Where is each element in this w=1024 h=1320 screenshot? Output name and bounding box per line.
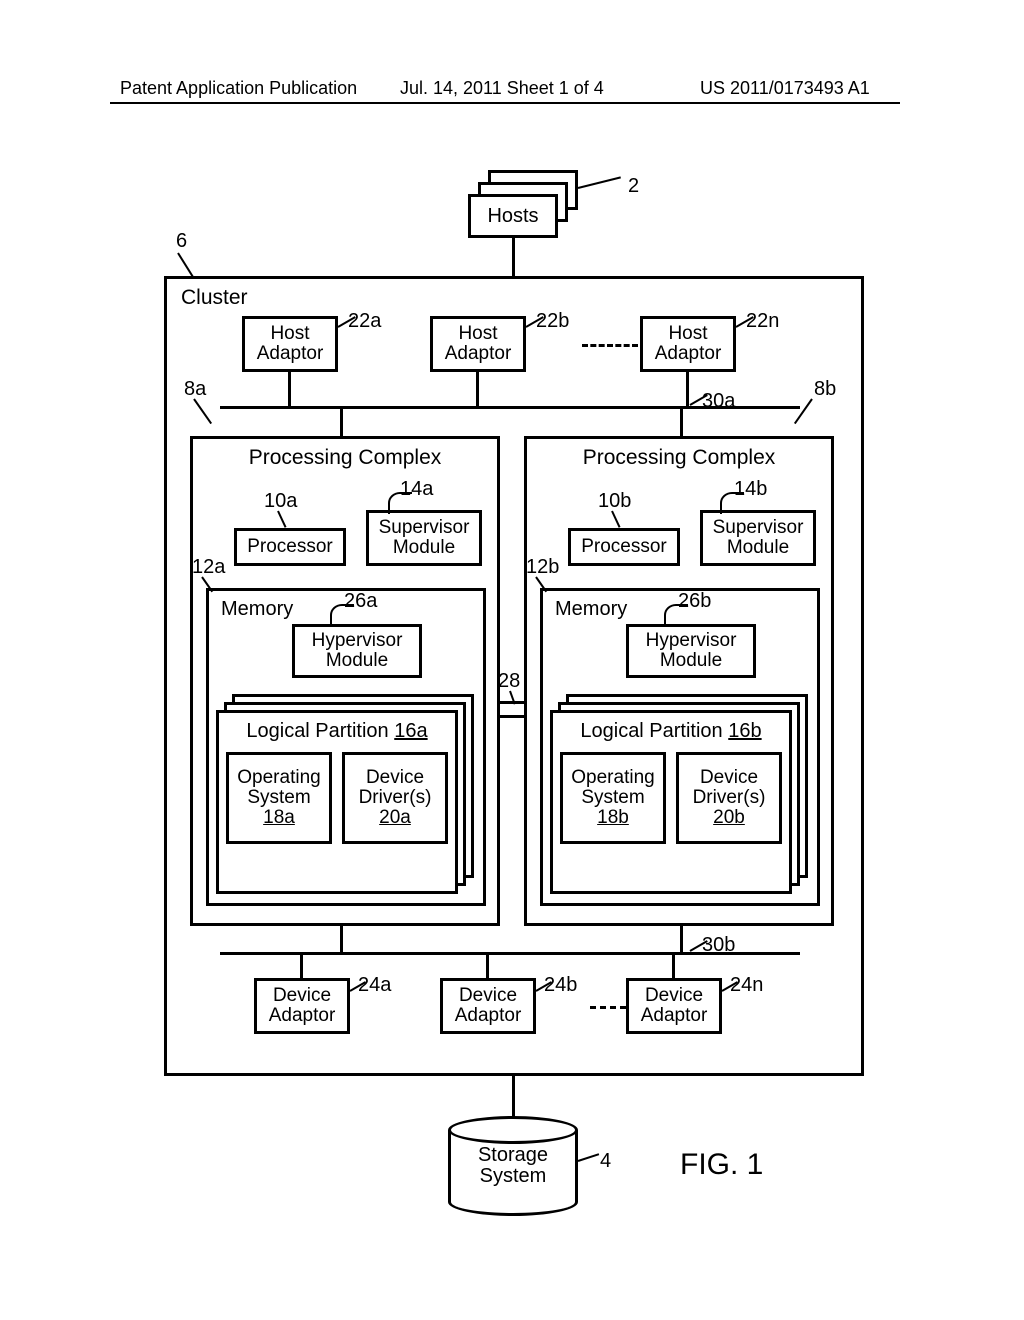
ref-mem-a: 12a [192, 556, 225, 579]
ref-pc-a: 8a [184, 378, 206, 401]
os-b: Operating System 18b [560, 752, 666, 844]
host-adaptor-a-label: Host Adaptor [257, 324, 324, 364]
bus-pc-a [340, 406, 343, 436]
ref-storage: 4 [600, 1150, 611, 1173]
header-left: Patent Application Publication [120, 78, 357, 99]
da-a-label: Device Adaptor [269, 986, 336, 1026]
dd-b-ref: 20b [713, 808, 745, 828]
ref-cluster: 6 [176, 230, 187, 253]
device-adaptor-a: Device Adaptor [254, 978, 350, 1034]
processor-b: Processor [568, 528, 680, 566]
da-b-drop [486, 952, 489, 978]
lp-b-title: Logical Partition 16b [580, 721, 761, 742]
ref-da-a: 24a [358, 974, 391, 997]
storage-cylinder: Storage System [448, 1116, 578, 1216]
dd-a-label: Device Driver(s) [359, 768, 432, 808]
os-b-label: Operating System [571, 768, 654, 808]
storage-label: Storage System [478, 1145, 548, 1187]
lead-hosts [578, 176, 621, 189]
os-a: Operating System 18a [226, 752, 332, 844]
lead-sup-b [720, 492, 744, 514]
hypervisor-a: Hypervisor Module [292, 624, 422, 678]
da-a-drop [300, 952, 303, 978]
cluster-storage-conn [512, 1076, 515, 1118]
header-right: US 2011/0173493 A1 [700, 78, 870, 99]
os-a-ref: 18a [263, 808, 295, 828]
memory-a-label: Memory [221, 599, 293, 620]
da-b-label: Device Adaptor [455, 986, 522, 1026]
hypervisor-b-label: Hypervisor Module [646, 631, 737, 671]
ref-bus-top: 30a [702, 390, 735, 413]
inter-pc-conn-bot [500, 715, 524, 718]
supervisor-b: Supervisor Module [700, 510, 816, 566]
hosts-label: Hosts [487, 206, 538, 227]
ref-proc-a: 10a [264, 490, 297, 513]
hosts-box: Hosts [468, 194, 558, 238]
ref-bus-bot: 30b [702, 934, 735, 957]
processor-a-label: Processor [247, 537, 333, 557]
ref-pc-b: 8b [814, 378, 836, 401]
os-a-label: Operating System [237, 768, 320, 808]
cluster-label: Cluster [181, 287, 248, 309]
hypervisor-b: Hypervisor Module [626, 624, 756, 678]
os-b-ref: 18b [597, 808, 629, 828]
da-n-drop [672, 952, 675, 978]
pc-b-title: Processing Complex [583, 447, 776, 469]
cyl-top [448, 1116, 578, 1144]
ha-dashline [582, 344, 638, 347]
memory-b-label: Memory [555, 599, 627, 620]
da-dashline [590, 1006, 626, 1009]
host-adaptor-b: Host Adaptor [430, 316, 526, 372]
header-middle: Jul. 14, 2011 Sheet 1 of 4 [400, 78, 604, 99]
ref-da-n: 24n [730, 974, 763, 997]
ref-ha-b: 22b [536, 310, 569, 333]
dd-a-ref: 20a [379, 808, 411, 828]
ha-n-drop [686, 372, 689, 406]
ref-ha-a: 22a [348, 310, 381, 333]
hypervisor-a-label: Hypervisor Module [312, 631, 403, 671]
ha-b-drop [476, 372, 479, 406]
ref-conn: 28 [498, 670, 520, 693]
ref-hosts: 2 [628, 175, 639, 198]
ha-a-drop [288, 372, 291, 406]
supervisor-b-label: Supervisor Module [713, 518, 804, 558]
bus-pc-b [680, 406, 683, 436]
host-adaptor-a: Host Adaptor [242, 316, 338, 372]
ref-proc-b: 10b [598, 490, 631, 513]
host-adaptor-n: Host Adaptor [640, 316, 736, 372]
da-n-label: Device Adaptor [641, 986, 708, 1026]
ref-da-b: 24b [544, 974, 577, 997]
pc-a-drop [340, 926, 343, 952]
lead-hyp-b [664, 604, 688, 626]
supervisor-a-label: Supervisor Module [379, 518, 470, 558]
pc-a-title: Processing Complex [249, 447, 442, 469]
lp-a-title: Logical Partition 16a [246, 721, 427, 742]
conn-hosts-cluster [512, 238, 515, 276]
device-adaptor-n: Device Adaptor [626, 978, 722, 1034]
header-rule [110, 102, 900, 104]
lead-cluster [177, 252, 195, 279]
ref-mem-b: 12b [526, 556, 559, 579]
pc-b-drop [680, 926, 683, 952]
processor-a: Processor [234, 528, 346, 566]
dd-a: Device Driver(s) 20a [342, 752, 448, 844]
dd-b: Device Driver(s) 20b [676, 752, 782, 844]
dd-b-label: Device Driver(s) [693, 768, 766, 808]
processor-b-label: Processor [581, 537, 667, 557]
supervisor-a: Supervisor Module [366, 510, 482, 566]
device-adaptor-b: Device Adaptor [440, 978, 536, 1034]
ref-ha-n: 22n [746, 310, 779, 333]
lead-sup-a [388, 492, 412, 514]
host-adaptor-n-label: Host Adaptor [655, 324, 722, 364]
lead-storage [578, 1153, 600, 1162]
lead-hyp-a [330, 604, 354, 626]
figure-label: FIG. 1 [680, 1148, 763, 1182]
host-adaptor-b-label: Host Adaptor [445, 324, 512, 364]
